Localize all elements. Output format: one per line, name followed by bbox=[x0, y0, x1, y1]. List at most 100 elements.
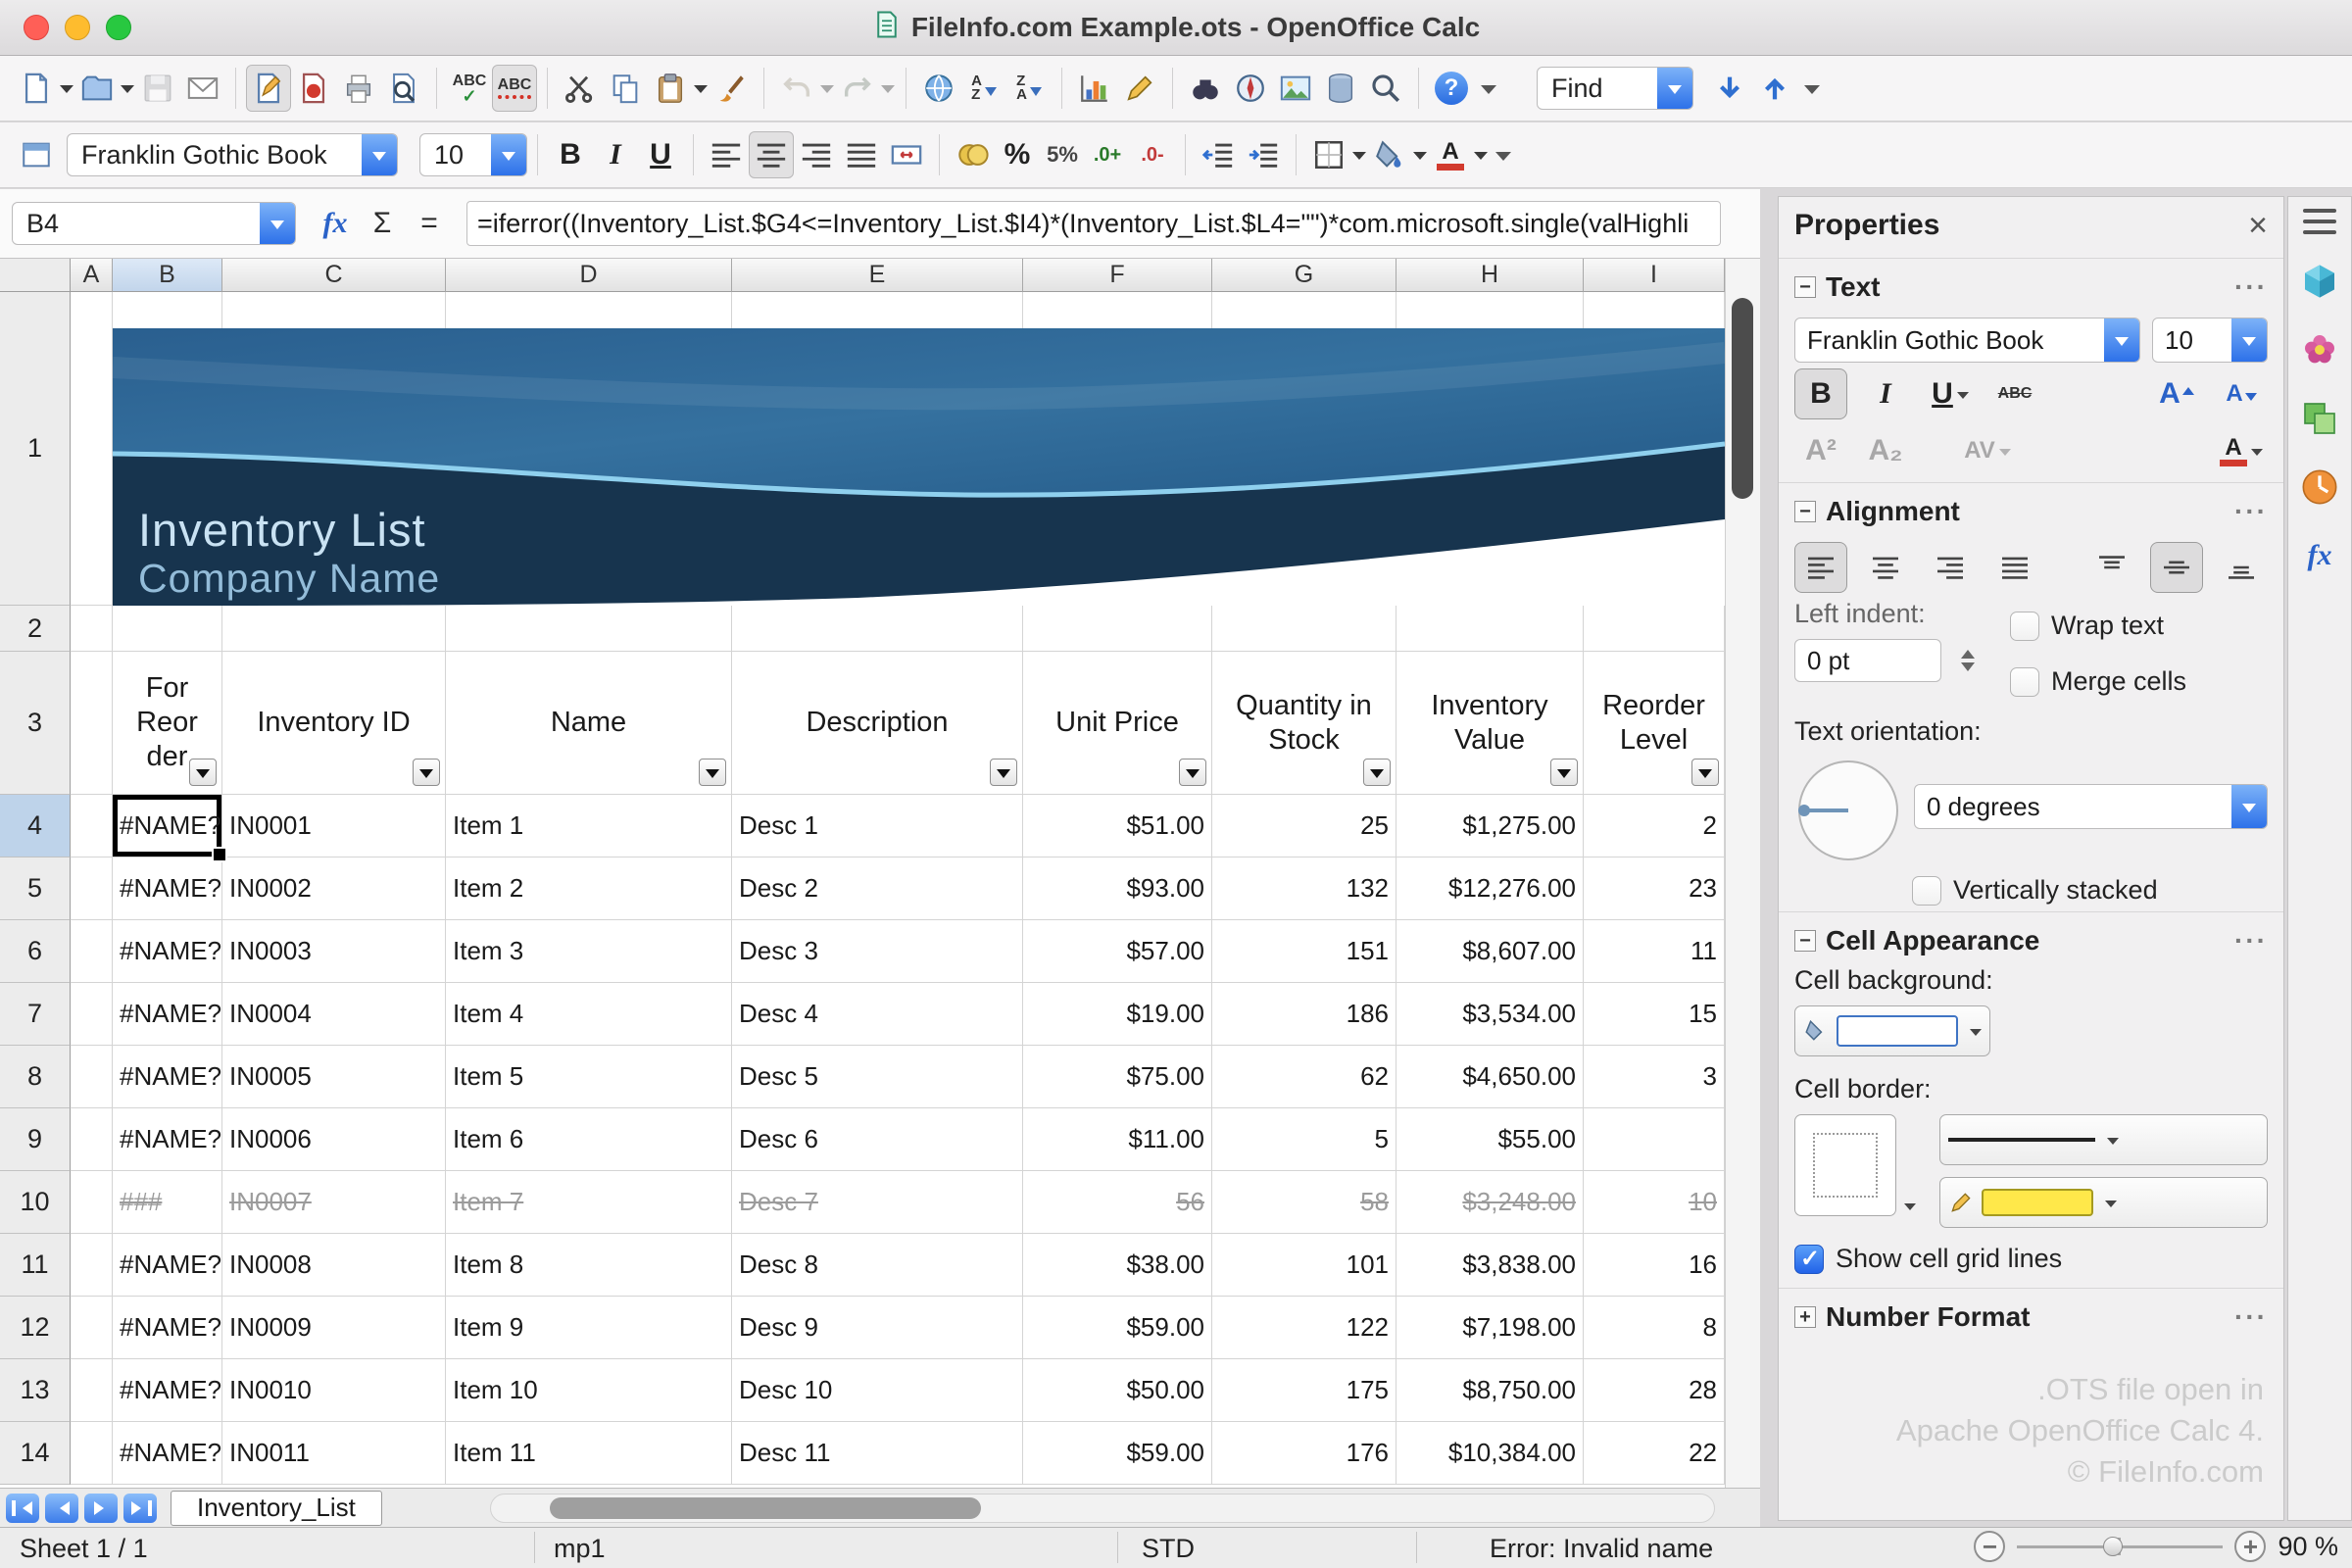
expand-icon[interactable]: + bbox=[1794, 1306, 1816, 1328]
page-preview-icon[interactable] bbox=[381, 65, 426, 112]
autofilter-button[interactable] bbox=[1550, 759, 1578, 786]
cell[interactable]: $55.00 bbox=[1396, 1108, 1584, 1171]
sidebar-align-left-button[interactable] bbox=[1794, 542, 1847, 593]
cell[interactable]: #NAME? bbox=[113, 1046, 222, 1108]
cell[interactable]: Desc 6 bbox=[732, 1108, 1023, 1171]
cell[interactable]: 8 bbox=[1584, 1297, 1725, 1359]
previous-sheet-button[interactable] bbox=[45, 1494, 78, 1523]
cell[interactable] bbox=[1023, 606, 1212, 652]
cell[interactable]: $8,607.00 bbox=[1396, 920, 1584, 983]
copy-icon[interactable] bbox=[603, 65, 648, 112]
equals-icon[interactable]: = bbox=[406, 200, 453, 247]
row-header[interactable]: 14 bbox=[0, 1422, 71, 1485]
cell[interactable] bbox=[71, 858, 113, 920]
cell-background-button[interactable] bbox=[1794, 1005, 1990, 1056]
column-header[interactable]: H bbox=[1396, 259, 1584, 292]
align-bottom-button[interactable] bbox=[2215, 542, 2268, 593]
next-sheet-button[interactable] bbox=[84, 1494, 118, 1523]
sidebar-italic-button[interactable]: I bbox=[1859, 368, 1912, 419]
number-format-more-button[interactable]: ··· bbox=[2234, 1301, 2268, 1333]
autofilter-button[interactable] bbox=[699, 759, 726, 786]
cell[interactable]: $93.00 bbox=[1023, 858, 1212, 920]
hyperlink-icon[interactable] bbox=[916, 65, 961, 112]
row-header[interactable]: 7 bbox=[0, 983, 71, 1046]
redo-dropdown[interactable] bbox=[880, 65, 896, 112]
left-indent-stepper[interactable] bbox=[1961, 639, 1986, 682]
cell[interactable]: Item 5 bbox=[446, 1046, 732, 1108]
merge-cells-icon[interactable] bbox=[884, 131, 929, 178]
grow-font-button[interactable]: A bbox=[2150, 368, 2203, 419]
status-selection-mode[interactable]: STD bbox=[1142, 1534, 1195, 1564]
table-header-cell[interactable]: For Reor der bbox=[113, 652, 222, 795]
zoom-slider[interactable] bbox=[2017, 1531, 2223, 1562]
borders-icon[interactable] bbox=[1306, 131, 1351, 178]
table-header-cell[interactable]: Inventory ID bbox=[222, 652, 446, 795]
align-vcenter-button[interactable] bbox=[2150, 542, 2203, 593]
align-left-icon[interactable] bbox=[704, 131, 749, 178]
background-color-icon[interactable] bbox=[1367, 131, 1412, 178]
cell[interactable]: Desc 9 bbox=[732, 1297, 1023, 1359]
cell[interactable] bbox=[71, 1234, 113, 1297]
cell[interactable] bbox=[71, 1171, 113, 1234]
cell[interactable]: $8,750.00 bbox=[1396, 1359, 1584, 1422]
border-preset-dropdown[interactable] bbox=[1904, 1203, 1916, 1216]
table-header-cell[interactable]: Unit Price bbox=[1023, 652, 1212, 795]
cell[interactable]: 58 bbox=[1212, 1171, 1396, 1234]
cell[interactable]: $10,384.00 bbox=[1396, 1422, 1584, 1485]
sheet-tab-inventory-list[interactable]: Inventory_List bbox=[171, 1491, 382, 1526]
zoom-out-button[interactable]: − bbox=[1974, 1531, 2005, 1562]
background-color-dropdown[interactable] bbox=[1412, 131, 1428, 178]
cell[interactable]: 101 bbox=[1212, 1234, 1396, 1297]
sidebar-underline-button[interactable]: U bbox=[1924, 368, 1977, 419]
paste-icon[interactable] bbox=[648, 65, 693, 112]
sidebar-settings-icon[interactable] bbox=[2303, 209, 2336, 234]
sidebar-close-icon[interactable]: × bbox=[2248, 207, 2268, 245]
cell[interactable]: Item 9 bbox=[446, 1297, 732, 1359]
table-header-cell[interactable]: Description bbox=[732, 652, 1023, 795]
cell[interactable]: #NAME? bbox=[113, 1108, 222, 1171]
edit-file-icon[interactable] bbox=[246, 65, 291, 112]
cell[interactable]: #NAME? bbox=[113, 858, 222, 920]
superscript-button[interactable]: A² bbox=[1794, 425, 1847, 476]
cell[interactable] bbox=[1212, 606, 1396, 652]
cell[interactable] bbox=[71, 983, 113, 1046]
cell[interactable]: 56 bbox=[1023, 1171, 1212, 1234]
text-section-more-button[interactable]: ··· bbox=[2234, 271, 2268, 303]
save-document-icon[interactable] bbox=[135, 65, 180, 112]
undo-dropdown[interactable] bbox=[819, 65, 835, 112]
row-header[interactable]: 1 bbox=[0, 292, 71, 606]
vertical-scrollbar[interactable] bbox=[1725, 259, 1760, 1488]
wrap-text-checkbox[interactable] bbox=[2010, 612, 2039, 641]
font-color-dropdown[interactable] bbox=[1473, 131, 1489, 178]
cell[interactable]: IN0011 bbox=[222, 1422, 446, 1485]
column-header[interactable]: G bbox=[1212, 259, 1396, 292]
cell[interactable]: Item 6 bbox=[446, 1108, 732, 1171]
borders-dropdown[interactable] bbox=[1351, 131, 1367, 178]
add-decimal-icon[interactable]: .0+ bbox=[1085, 131, 1130, 178]
cell[interactable]: 28 bbox=[1584, 1359, 1725, 1422]
cell[interactable] bbox=[71, 1422, 113, 1485]
align-justified-icon[interactable] bbox=[839, 131, 884, 178]
font-color-icon[interactable]: A bbox=[1428, 131, 1473, 178]
underline-icon[interactable]: U bbox=[638, 131, 683, 178]
cell[interactable] bbox=[71, 920, 113, 983]
increase-indent-icon[interactable] bbox=[1241, 131, 1286, 178]
italic-icon[interactable]: I bbox=[593, 131, 638, 178]
spelling-icon[interactable]: ABC✓ bbox=[447, 65, 492, 112]
sidebar-strikethrough-button[interactable]: ABC bbox=[1988, 368, 2041, 419]
row-header[interactable]: 2 bbox=[0, 606, 71, 652]
align-right-icon[interactable] bbox=[794, 131, 839, 178]
cell[interactable]: $57.00 bbox=[1023, 920, 1212, 983]
cell[interactable]: #NAME? bbox=[113, 920, 222, 983]
cell[interactable]: Item 4 bbox=[446, 983, 732, 1046]
format-toolbar-options-chevron[interactable] bbox=[1489, 131, 1518, 178]
styles-and-formatting-icon[interactable] bbox=[14, 131, 59, 178]
cell[interactable]: $3,248.00 bbox=[1396, 1171, 1584, 1234]
cell[interactable] bbox=[71, 1359, 113, 1422]
cell[interactable]: Item 2 bbox=[446, 858, 732, 920]
cell[interactable]: IN0002 bbox=[222, 858, 446, 920]
row-header[interactable]: 8 bbox=[0, 1046, 71, 1108]
cell[interactable]: 186 bbox=[1212, 983, 1396, 1046]
auto-spellcheck-icon[interactable]: ABC bbox=[492, 65, 537, 112]
row-header[interactable]: 5 bbox=[0, 858, 71, 920]
